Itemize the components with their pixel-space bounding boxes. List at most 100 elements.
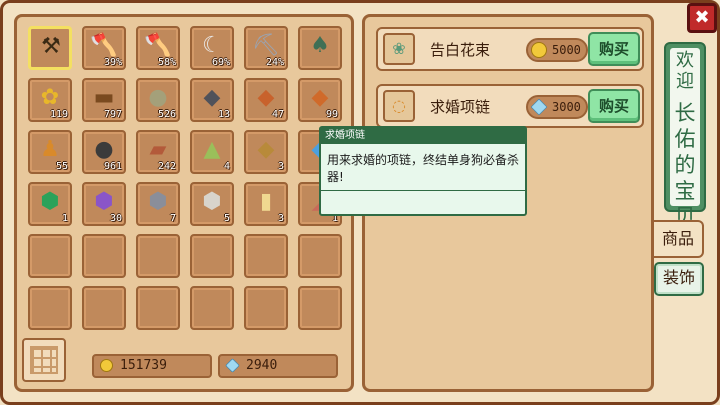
inventory-slot[interactable] <box>190 286 234 330</box>
tab-goods[interactable]: 商品 <box>654 220 704 258</box>
close-button[interactable]: ✖ <box>687 3 717 33</box>
tooltip-divider <box>321 190 525 191</box>
slot-count: 39% <box>103 57 122 68</box>
slot-count: 58% <box>157 57 176 68</box>
welcome-banner: 欢迎 长佑的宝贝 <box>664 42 706 229</box>
slot-count: 1 <box>61 213 68 224</box>
corn-icon: ✿ <box>40 85 60 110</box>
inventory-slot[interactable]: ● 526 <box>136 78 180 122</box>
inventory-slot[interactable]: ▬ 797 <box>82 78 126 122</box>
inventory-slot[interactable]: ● 961 <box>82 130 126 174</box>
inventory-slot[interactable] <box>298 234 342 278</box>
tab-decor[interactable]: 装饰 <box>654 262 704 296</box>
tooltip-description: 用来求婚的项链，终结单身狗必备杀器! <box>327 153 520 184</box>
inventory-slot[interactable]: ◆ 99 <box>298 78 342 122</box>
slot-count: 7 <box>169 213 176 224</box>
inventory-slot[interactable]: ⬢ 30 <box>82 182 126 226</box>
inventory-slot[interactable]: ▮ 3 <box>244 182 288 226</box>
herb-icon: ▲ <box>203 137 221 162</box>
inventory-layout-button[interactable] <box>22 338 66 382</box>
shop-item-bouquet[interactable]: ❀ 告白花束 5000 购买 <box>376 27 644 71</box>
milk-bottle-icon: ▮ <box>259 189 273 214</box>
inventory-slot[interactable]: ◆ 13 <box>190 78 234 122</box>
wood-icon: ▬ <box>93 85 115 110</box>
inventory-slot[interactable] <box>136 234 180 278</box>
slot-count: 3 <box>277 161 284 172</box>
inventory-slot[interactable]: ◆ 47 <box>244 78 288 122</box>
slot-count: 13 <box>217 109 230 120</box>
silver-ore-icon: ⬢ <box>148 189 168 214</box>
slot-count: 242 <box>157 161 176 172</box>
brick-icon: ▰ <box>149 137 167 162</box>
shop-item-name: 求婚项链 <box>430 98 491 116</box>
slot-count: 526 <box>157 109 176 120</box>
slot-count: 4 <box>223 161 230 172</box>
inventory-slot[interactable]: ♠ <box>298 26 342 70</box>
slot-count: 3 <box>277 213 284 224</box>
inventory-slot[interactable] <box>82 286 126 330</box>
item-tooltip: 求婚项链 用来求婚的项链，终结单身狗必备杀器! <box>319 126 527 216</box>
inventory-slot[interactable]: ☾ 69% <box>190 26 234 70</box>
copper-ore-icon: ◆ <box>257 85 275 110</box>
inventory-slot[interactable] <box>28 286 72 330</box>
copper-chunk-icon: ◆ <box>311 85 329 110</box>
banner-welcome-text: 欢迎 <box>676 50 694 92</box>
price-value: 3000 <box>552 100 581 114</box>
buy-button[interactable]: 购买 <box>588 32 640 66</box>
inventory-slot[interactable]: ⬢ 5 <box>190 182 234 226</box>
pickaxe-icon: ⚒ <box>41 34 61 59</box>
iron-ore-icon: ◆ <box>203 85 221 110</box>
inventory-slot[interactable]: 🪓 39% <box>82 26 126 70</box>
iron-pickaxe-icon: ⛏ <box>252 33 280 58</box>
inventory-slot[interactable]: 🪓 58% <box>136 26 180 70</box>
gold-balance: 151739 <box>92 354 212 378</box>
inventory-slot[interactable]: ▲ 4 <box>190 130 234 174</box>
gourd-icon: ♟ <box>40 137 60 162</box>
diamond-icon <box>225 358 240 373</box>
shop-item-necklace[interactable]: ◌ 求婚项链 3000 购买 <box>376 84 644 128</box>
iron-axe-icon: 🪓 <box>90 33 118 58</box>
inventory-slot[interactable] <box>136 286 180 330</box>
shop-item-price: 3000 <box>526 95 588 119</box>
inventory-slot[interactable]: ◆ 3 <box>244 130 288 174</box>
stone-icon: ● <box>148 85 168 110</box>
shop-item-name: 告白花束 <box>430 41 491 59</box>
ore-chunk-icon: ◆ <box>257 137 275 162</box>
shop-item-price: 5000 <box>526 38 588 62</box>
slot-count: 99 <box>325 109 338 120</box>
white-stone-icon: ⬢ <box>202 189 222 214</box>
gold-amount: 151739 <box>120 358 167 373</box>
gold-coin-icon <box>100 359 113 372</box>
inventory-slot[interactable]: ✿ 119 <box>28 78 72 122</box>
inventory-slot[interactable] <box>244 234 288 278</box>
inventory-slot[interactable]: ⚒ <box>28 26 72 70</box>
inventory-slot[interactable]: ▰ 242 <box>136 130 180 174</box>
inventory-slot[interactable]: ⬢ 1 <box>28 182 72 226</box>
inventory-slot[interactable]: ⛏ 24% <box>244 26 288 70</box>
tooltip-title: 求婚项链 <box>321 128 525 144</box>
slot-count: 797 <box>103 109 122 120</box>
inventory-slot[interactable]: ⬢ 7 <box>136 182 180 226</box>
copper-axe-icon: 🪓 <box>144 33 172 58</box>
banner-inner: 欢迎 长佑的宝贝 <box>670 48 700 229</box>
inventory-slot[interactable] <box>244 286 288 330</box>
inventory-slot[interactable] <box>190 234 234 278</box>
emerald-icon: ⬢ <box>40 189 60 214</box>
inventory-slot[interactable] <box>28 234 72 278</box>
inventory-slot[interactable] <box>298 286 342 330</box>
grid-icon <box>30 346 58 374</box>
slot-count: 47 <box>271 109 284 120</box>
gold-coin-icon <box>531 42 547 58</box>
inventory-slot[interactable]: ♟ 55 <box>28 130 72 174</box>
necklace-icon: ◌ <box>383 90 415 122</box>
diamond-icon <box>530 98 548 116</box>
slot-count: 55 <box>55 161 68 172</box>
diamond-balance: 2940 <box>218 354 338 378</box>
slot-count: 30 <box>109 213 122 224</box>
buy-button[interactable]: 购买 <box>588 89 640 123</box>
price-value: 5000 <box>552 43 581 57</box>
slot-count: 5 <box>223 213 230 224</box>
slot-count: 69% <box>211 57 230 68</box>
slot-count: 961 <box>103 161 122 172</box>
inventory-slot[interactable] <box>82 234 126 278</box>
